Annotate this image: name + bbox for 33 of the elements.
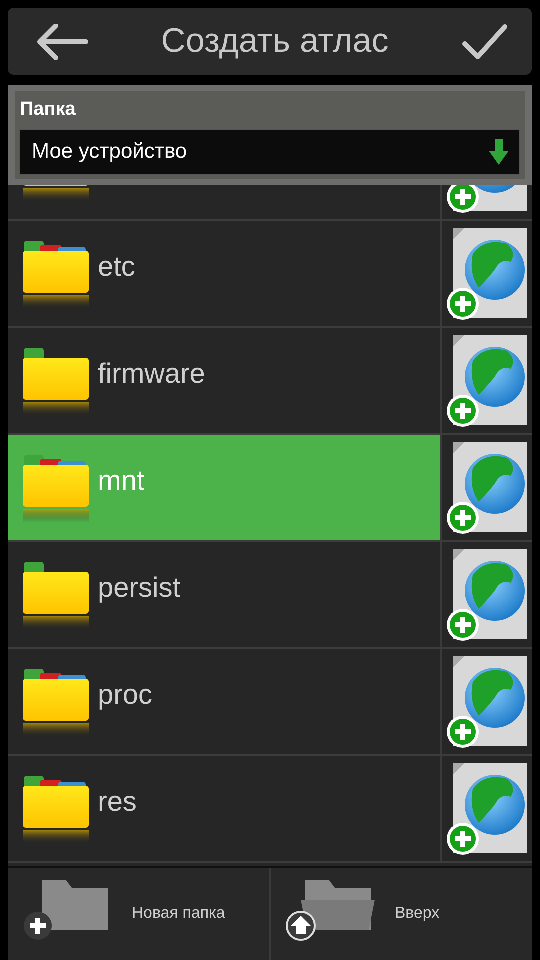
- folder-name: etc: [98, 250, 136, 282]
- folder-icon: [22, 666, 92, 736]
- map-add-icon: [445, 332, 529, 428]
- folder-name: res: [98, 786, 137, 818]
- folder-icon: [22, 452, 92, 522]
- map-add-icon: [445, 440, 529, 536]
- dropdown-arrow-icon: [489, 139, 509, 165]
- folder-item[interactable]: persist: [8, 542, 440, 647]
- map-add-icon: [445, 546, 529, 642]
- folder-icon: [22, 774, 92, 844]
- folder-label: Папка: [19, 99, 77, 121]
- folder-name: persist: [98, 572, 180, 604]
- checkmark-icon: [462, 24, 508, 60]
- map-add-icon: [445, 226, 529, 322]
- window-title: Создать атлас: [161, 22, 389, 61]
- up-button[interactable]: Вверх: [269, 868, 532, 960]
- map-add-icon: [445, 654, 529, 750]
- folder-name: mnt: [98, 464, 145, 496]
- folder-item[interactable]: res: [8, 756, 440, 861]
- back-button[interactable]: [36, 24, 88, 60]
- new-folder-button[interactable]: Новая папка: [8, 868, 269, 960]
- folder-name: proc: [98, 678, 152, 710]
- folder-item[interactable]: proc: [8, 649, 440, 754]
- folder-icon: [22, 560, 92, 630]
- folder-name: firmware: [98, 358, 206, 390]
- map-add-icon: [445, 760, 529, 856]
- folder-icon: [22, 346, 92, 416]
- folder-dropdown[interactable]: Мое устройство: [19, 129, 520, 175]
- folder-item[interactable]: etc: [8, 221, 440, 326]
- folder-icon: [22, 238, 92, 308]
- confirm-button[interactable]: [462, 24, 508, 60]
- folder-item[interactable]: firmware: [8, 328, 440, 433]
- back-arrow-icon: [36, 24, 88, 60]
